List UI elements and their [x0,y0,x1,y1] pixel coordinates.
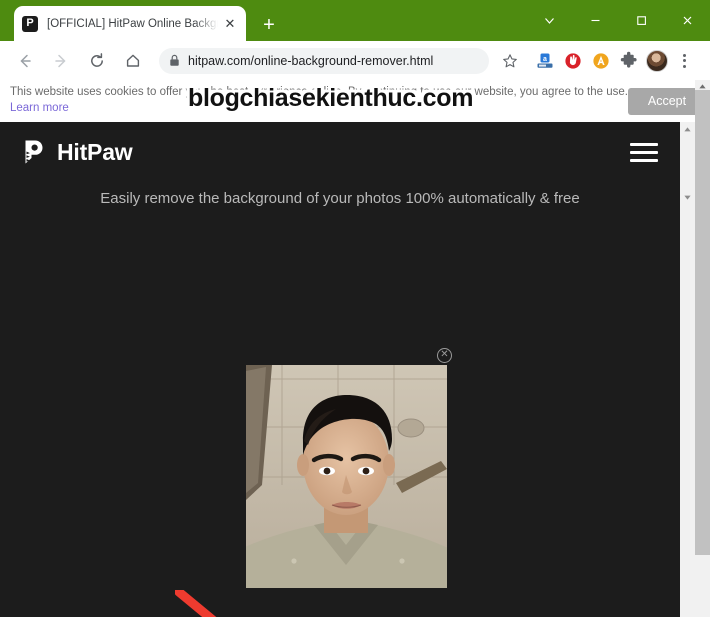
browser-titlebar: P [OFFICIAL] HitPaw Online Backgr ✕ + [0,0,710,41]
forward-arrow-icon[interactable] [45,45,77,77]
home-icon[interactable] [117,45,149,77]
avast-icon[interactable] [587,47,615,75]
star-icon[interactable] [497,48,523,74]
page-scrollbar[interactable] [680,122,695,617]
hitpaw-logo[interactable]: HitPaw [18,137,133,167]
site-header: HitPaw [0,122,680,182]
selfie-photo-image [246,365,447,588]
page-tagline: Easily remove the background of your pho… [100,190,580,207]
kebab-menu-icon[interactable] [671,48,697,74]
hitpaw-logo-text: HitPaw [57,138,133,165]
amazon-assistant-icon[interactable]: a [531,47,559,75]
window-scrollbar-thumb[interactable] [695,90,710,555]
watermark-text: blogchiasekienthuc.com [188,84,474,112]
browser-tab[interactable]: P [OFFICIAL] HitPaw Online Backgr ✕ [14,6,246,41]
tab-close-icon[interactable]: ✕ [222,16,238,32]
hitpaw-paw-logo-icon [18,137,48,167]
address-bar[interactable]: hitpaw.com/online-background-remover.htm… [159,47,489,74]
browser-toolbar: hitpaw.com/online-background-remover.htm… [0,41,710,80]
page-content: HitPaw Easily remove the background of y… [0,122,680,617]
photo-thumbnail [246,365,447,588]
tab-favicon-icon: P [22,15,38,32]
hamburger-menu-icon[interactable] [630,142,658,162]
adblock-icon[interactable] [559,47,587,75]
window-scrollbar[interactable] [695,80,710,617]
lock-icon [169,54,180,67]
minimize-button[interactable] [572,0,618,41]
url-text: hitpaw.com/online-background-remover.htm… [188,53,434,68]
svg-text:a: a [543,55,547,62]
reload-icon[interactable] [81,45,113,77]
red-arrow-annotation [175,590,217,617]
page-scroll-down-arrow-icon[interactable] [680,190,695,205]
back-arrow-icon[interactable] [9,45,41,77]
browser-window: P [OFFICIAL] HitPaw Online Backgr ✕ + hi… [0,0,710,617]
tab-search-chevron-down-icon[interactable] [526,0,572,41]
avatar[interactable] [643,47,671,75]
window-controls [526,0,710,41]
uploaded-photo [246,365,447,588]
remove-photo-close-icon[interactable]: ✕ [437,348,452,363]
page-scroll-up-arrow-icon[interactable] [680,122,695,137]
maximize-button[interactable] [618,0,664,41]
new-tab-button[interactable]: + [256,12,282,38]
extension-icons: a [531,47,701,75]
puzzle-extensions-icon[interactable] [615,47,643,75]
tab-title: [OFFICIAL] HitPaw Online Backgr [47,17,218,30]
close-window-button[interactable] [664,0,710,41]
